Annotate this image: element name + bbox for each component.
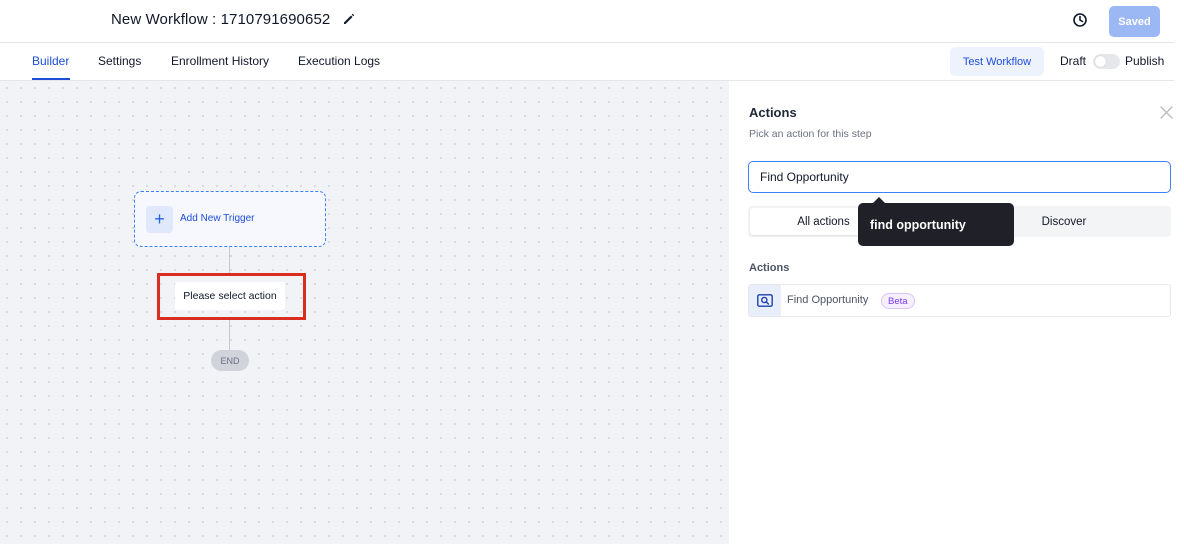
plus-icon: + [146, 206, 173, 233]
draft-label: Draft [1060, 54, 1087, 68]
tab-settings[interactable]: Settings [98, 54, 141, 68]
action-search-input[interactable] [748, 161, 1171, 193]
tab-execution-logs[interactable]: Execution Logs [298, 54, 380, 68]
panel-title: Actions [749, 105, 797, 120]
panel-subtitle: Pick an action for this step [749, 128, 872, 140]
connector-line [229, 320, 230, 350]
test-workflow-button[interactable]: Test Workflow [950, 47, 1044, 76]
search-record-icon [749, 285, 781, 316]
tab-enrollment-history[interactable]: Enrollment History [171, 54, 269, 68]
add-trigger-card[interactable]: + Add New Trigger [134, 191, 326, 247]
active-tab-indicator [32, 78, 70, 80]
actions-panel: Actions Pick an action for this step All… [729, 81, 1184, 544]
connector-line [229, 247, 230, 273]
action-result-item[interactable]: Find Opportunity Beta [748, 284, 1171, 317]
workflow-canvas[interactable]: + Add New Trigger Please select action E… [0, 81, 729, 544]
toggle-knob [1095, 56, 1106, 67]
search-tooltip: find opportunity [858, 203, 1014, 246]
beta-badge: Beta [881, 293, 915, 309]
top-header: New Workflow : 1710791690652 Saved [0, 0, 1174, 43]
add-trigger-label: Add New Trigger [180, 213, 255, 224]
actions-section-label: Actions [749, 262, 790, 274]
version-history-icon[interactable] [1071, 11, 1089, 29]
saved-button[interactable]: Saved [1109, 6, 1160, 37]
workflow-title: New Workflow : 1710791690652 [111, 11, 331, 28]
tab-bar: Builder Settings Enrollment History Exec… [0, 43, 1174, 81]
end-node: END [211, 350, 249, 371]
pencil-edit-icon[interactable] [342, 12, 356, 26]
publish-label: Publish [1125, 54, 1165, 68]
publish-toggle[interactable] [1093, 54, 1120, 69]
close-icon[interactable] [1160, 106, 1173, 119]
select-action-node[interactable]: Please select action [175, 282, 285, 310]
action-result-name: Find Opportunity [787, 294, 869, 306]
tab-builder[interactable]: Builder [32, 54, 69, 68]
